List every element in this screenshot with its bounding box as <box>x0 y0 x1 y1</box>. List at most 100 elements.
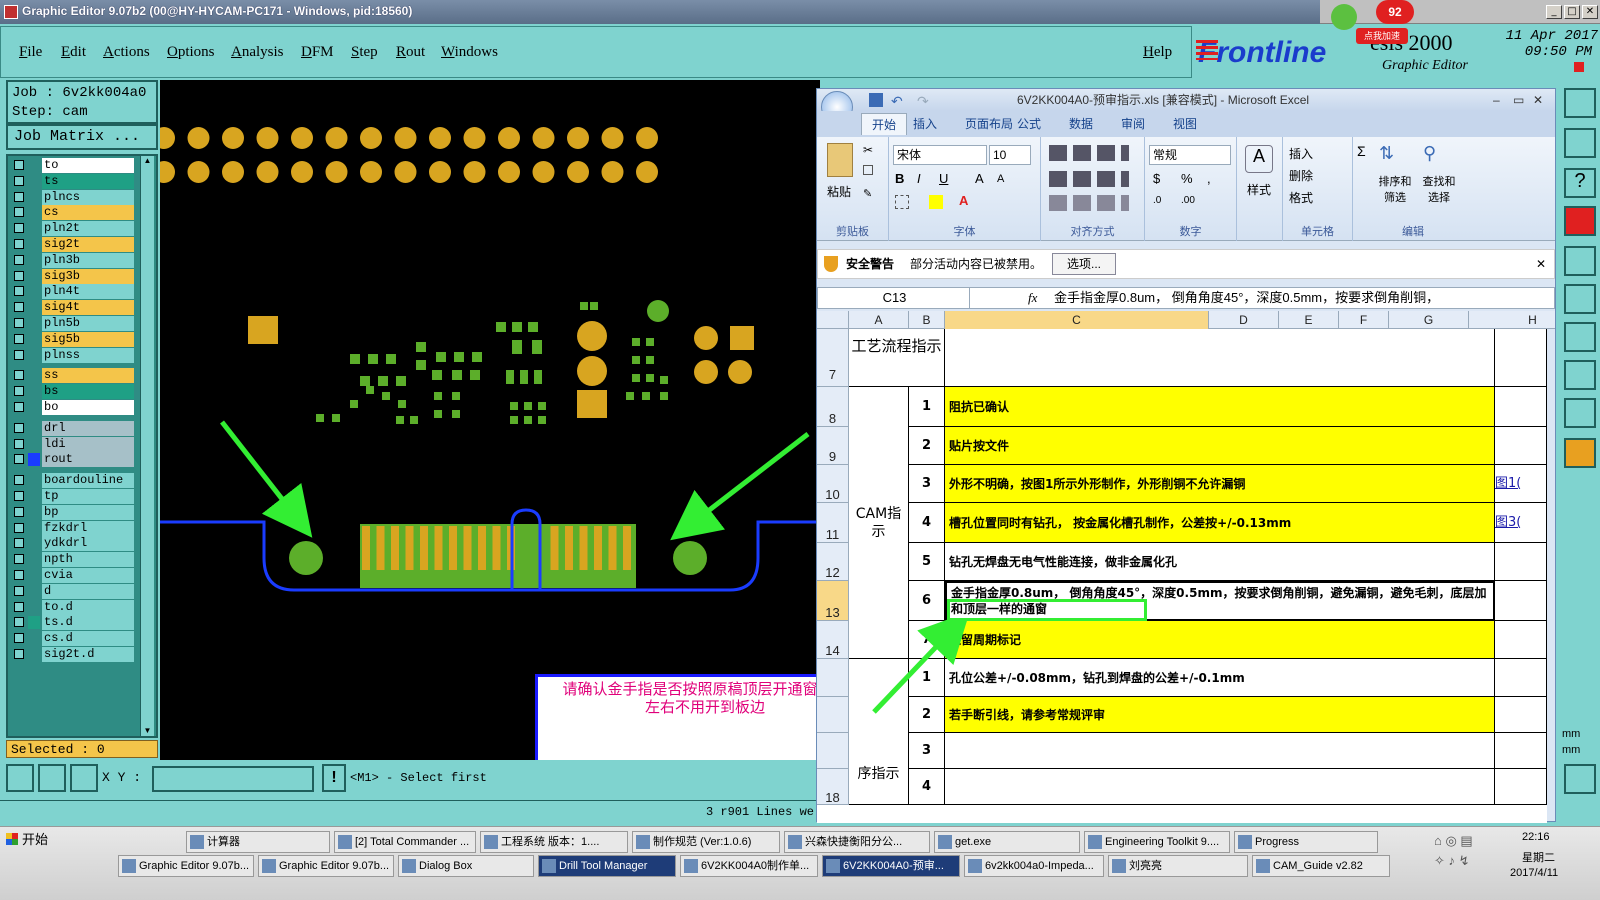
layer-name[interactable]: sig5b <box>42 331 134 347</box>
taskbar-item[interactable]: Dialog Box <box>398 855 534 877</box>
layer-checkbox[interactable] <box>14 191 24 202</box>
layer-checkbox[interactable] <box>14 506 24 517</box>
layer-row-sig2t.d[interactable]: sig2t.d <box>12 647 134 662</box>
help-icon[interactable]: ? <box>1564 168 1596 198</box>
layer-row-boardouline[interactable]: boardouline <box>12 473 134 489</box>
layer-row-cvia[interactable]: cvia <box>12 568 134 583</box>
menu-dfm[interactable]: DFM <box>301 44 334 61</box>
zoom-box-icon[interactable] <box>6 764 34 792</box>
layer-name[interactable]: ydkdrl <box>42 536 134 552</box>
layer-row-tp[interactable]: tp <box>12 489 134 504</box>
layer-row-sig4t[interactable]: sig4t <box>12 300 134 316</box>
layer-row-ss[interactable]: ss <box>12 368 134 384</box>
link-cell[interactable] <box>1495 427 1547 465</box>
layer-name[interactable]: ts.d <box>42 615 134 631</box>
name-box[interactable]: C13 <box>820 288 970 308</box>
layer-row-sig5b[interactable]: sig5b <box>12 331 134 347</box>
row-header[interactable]: 9 <box>817 427 849 465</box>
measure-icon[interactable] <box>38 764 66 792</box>
spreadsheet-grid[interactable]: 7 8 9 10 11 12 13 14 18 工艺流程指示 CAM指示 序指示 1 阻抗已确认 2 贴片按文… <box>817 329 1547 823</box>
bold-icon[interactable]: B <box>895 171 904 186</box>
row-header[interactable]: 12 <box>817 543 849 581</box>
underline-icon[interactable]: U <box>939 171 948 186</box>
layer-row-cs.d[interactable]: cs.d <box>12 631 134 647</box>
layer-checkbox[interactable] <box>14 522 24 533</box>
row-header[interactable] <box>817 659 849 697</box>
layer-checkbox[interactable] <box>14 491 24 501</box>
layer-checkbox[interactable] <box>14 438 24 449</box>
empty-cell[interactable] <box>1495 329 1547 387</box>
snap-icon[interactable] <box>1564 128 1596 158</box>
layer-name[interactable]: sig2t <box>42 237 134 252</box>
instruction-cell[interactable]: 阻抗已确认 <box>945 387 1495 427</box>
taskbar-item[interactable]: Graphic Editor 9.07b... <box>118 855 254 877</box>
link-cell[interactable] <box>1495 659 1547 697</box>
layer-list-scrollbar[interactable]: ▲ ▼ <box>140 156 154 736</box>
instruction-cell[interactable] <box>945 733 1495 769</box>
pad-tool-icon[interactable] <box>1564 246 1596 276</box>
row-header[interactable]: 7 <box>817 329 849 387</box>
layer-name[interactable]: drl <box>42 420 134 436</box>
window-tile-icon[interactable] <box>1564 88 1596 118</box>
taskbar-item[interactable]: 6V2KK004A0-预审... <box>822 855 960 877</box>
layer-name[interactable]: to.d <box>42 599 134 615</box>
excel-minimize-button[interactable]: – <box>1493 89 1500 111</box>
increase-decimal-icon[interactable]: .0 <box>1153 195 1161 206</box>
ribbon-tab-0[interactable]: 开始 <box>861 113 908 135</box>
scroll-up-icon[interactable]: ▲ <box>142 156 153 166</box>
layer-checkbox[interactable] <box>14 286 24 297</box>
link-cell[interactable]: 图1( <box>1495 465 1547 503</box>
layer-row-plnss[interactable]: plnss <box>12 347 134 363</box>
select-all-corner[interactable] <box>817 311 849 329</box>
layer-row-d[interactable]: d <box>12 583 134 599</box>
layer-checkbox[interactable] <box>14 554 24 565</box>
layer-row-ldi[interactable]: ldi <box>12 436 134 452</box>
instruction-cell[interactable] <box>945 769 1495 805</box>
layer-name[interactable]: to <box>42 158 134 173</box>
ribbon-tab-1[interactable]: 插入 <box>913 115 937 132</box>
menu-step[interactable]: Step <box>351 44 378 61</box>
styles-icon[interactable]: A <box>1245 145 1273 173</box>
layer-checkbox[interactable] <box>14 422 24 433</box>
layer-name[interactable]: ts <box>42 173 134 189</box>
layer-checkbox[interactable] <box>14 570 24 580</box>
layer-row-bs[interactable]: bs <box>12 384 134 400</box>
layer-name[interactable]: fzkdrl <box>42 520 134 536</box>
column-header[interactable]: A <box>849 311 909 329</box>
currency-icon[interactable]: $ <box>1153 171 1160 186</box>
row-header[interactable]: 13 <box>817 581 849 621</box>
row-header[interactable]: 14 <box>817 621 849 659</box>
layer-name[interactable]: ldi <box>42 436 134 452</box>
format-cells-button[interactable]: 格式 <box>1289 189 1313 206</box>
row-number-cell[interactable]: 3 <box>909 465 945 503</box>
speed-boost-label[interactable]: 点我加速 <box>1356 28 1408 44</box>
layer-checkbox[interactable] <box>14 386 24 397</box>
comma-icon[interactable]: , <box>1207 171 1211 186</box>
shapes-tool-icon[interactable] <box>1564 360 1596 390</box>
layer-row-sig3b[interactable]: sig3b <box>12 268 134 284</box>
row-number-cell[interactable]: 4 <box>909 769 945 805</box>
layer-name[interactable]: d <box>42 583 134 599</box>
sort-filter-icon[interactable]: ⇅ <box>1379 143 1407 169</box>
formula-input[interactable]: 金手指金厚0.8um， 倒角角度45°，深度0.5mm，按要求倒角削铜， <box>1054 288 1524 308</box>
layer-checkbox[interactable] <box>14 475 24 486</box>
find-icon[interactable]: ⚲ <box>1423 143 1451 169</box>
function-icon[interactable]: fx <box>1028 288 1037 308</box>
layer-name[interactable]: cs <box>42 205 134 221</box>
layer-name[interactable]: plncs <box>42 189 134 205</box>
system-tray-icons[interactable]: ⌂ ◎ ▤ ✧ ♪ ↯ <box>1434 831 1514 891</box>
sort-filter-button[interactable]: 排序和筛选 <box>1375 173 1415 205</box>
layer-row-bo[interactable]: bo <box>12 400 134 415</box>
layer-row-pln4t[interactable]: pln4t <box>12 284 134 300</box>
cut-icon[interactable]: ✂ <box>863 143 873 157</box>
layer-checkbox[interactable] <box>14 239 24 249</box>
horizontal-align-icons[interactable] <box>1049 171 1129 187</box>
layer-row-ts[interactable]: ts <box>12 173 134 189</box>
layer-checkbox[interactable] <box>14 349 24 360</box>
layer-name[interactable]: pln5b <box>42 316 134 331</box>
percent-icon[interactable]: % <box>1181 171 1193 186</box>
layer-checkbox[interactable] <box>14 649 24 659</box>
undo-icon[interactable]: ↶ <box>891 90 903 112</box>
paste-button[interactable]: 粘贴 <box>827 183 851 200</box>
font-name-select[interactable]: 宋体 <box>893 145 987 165</box>
